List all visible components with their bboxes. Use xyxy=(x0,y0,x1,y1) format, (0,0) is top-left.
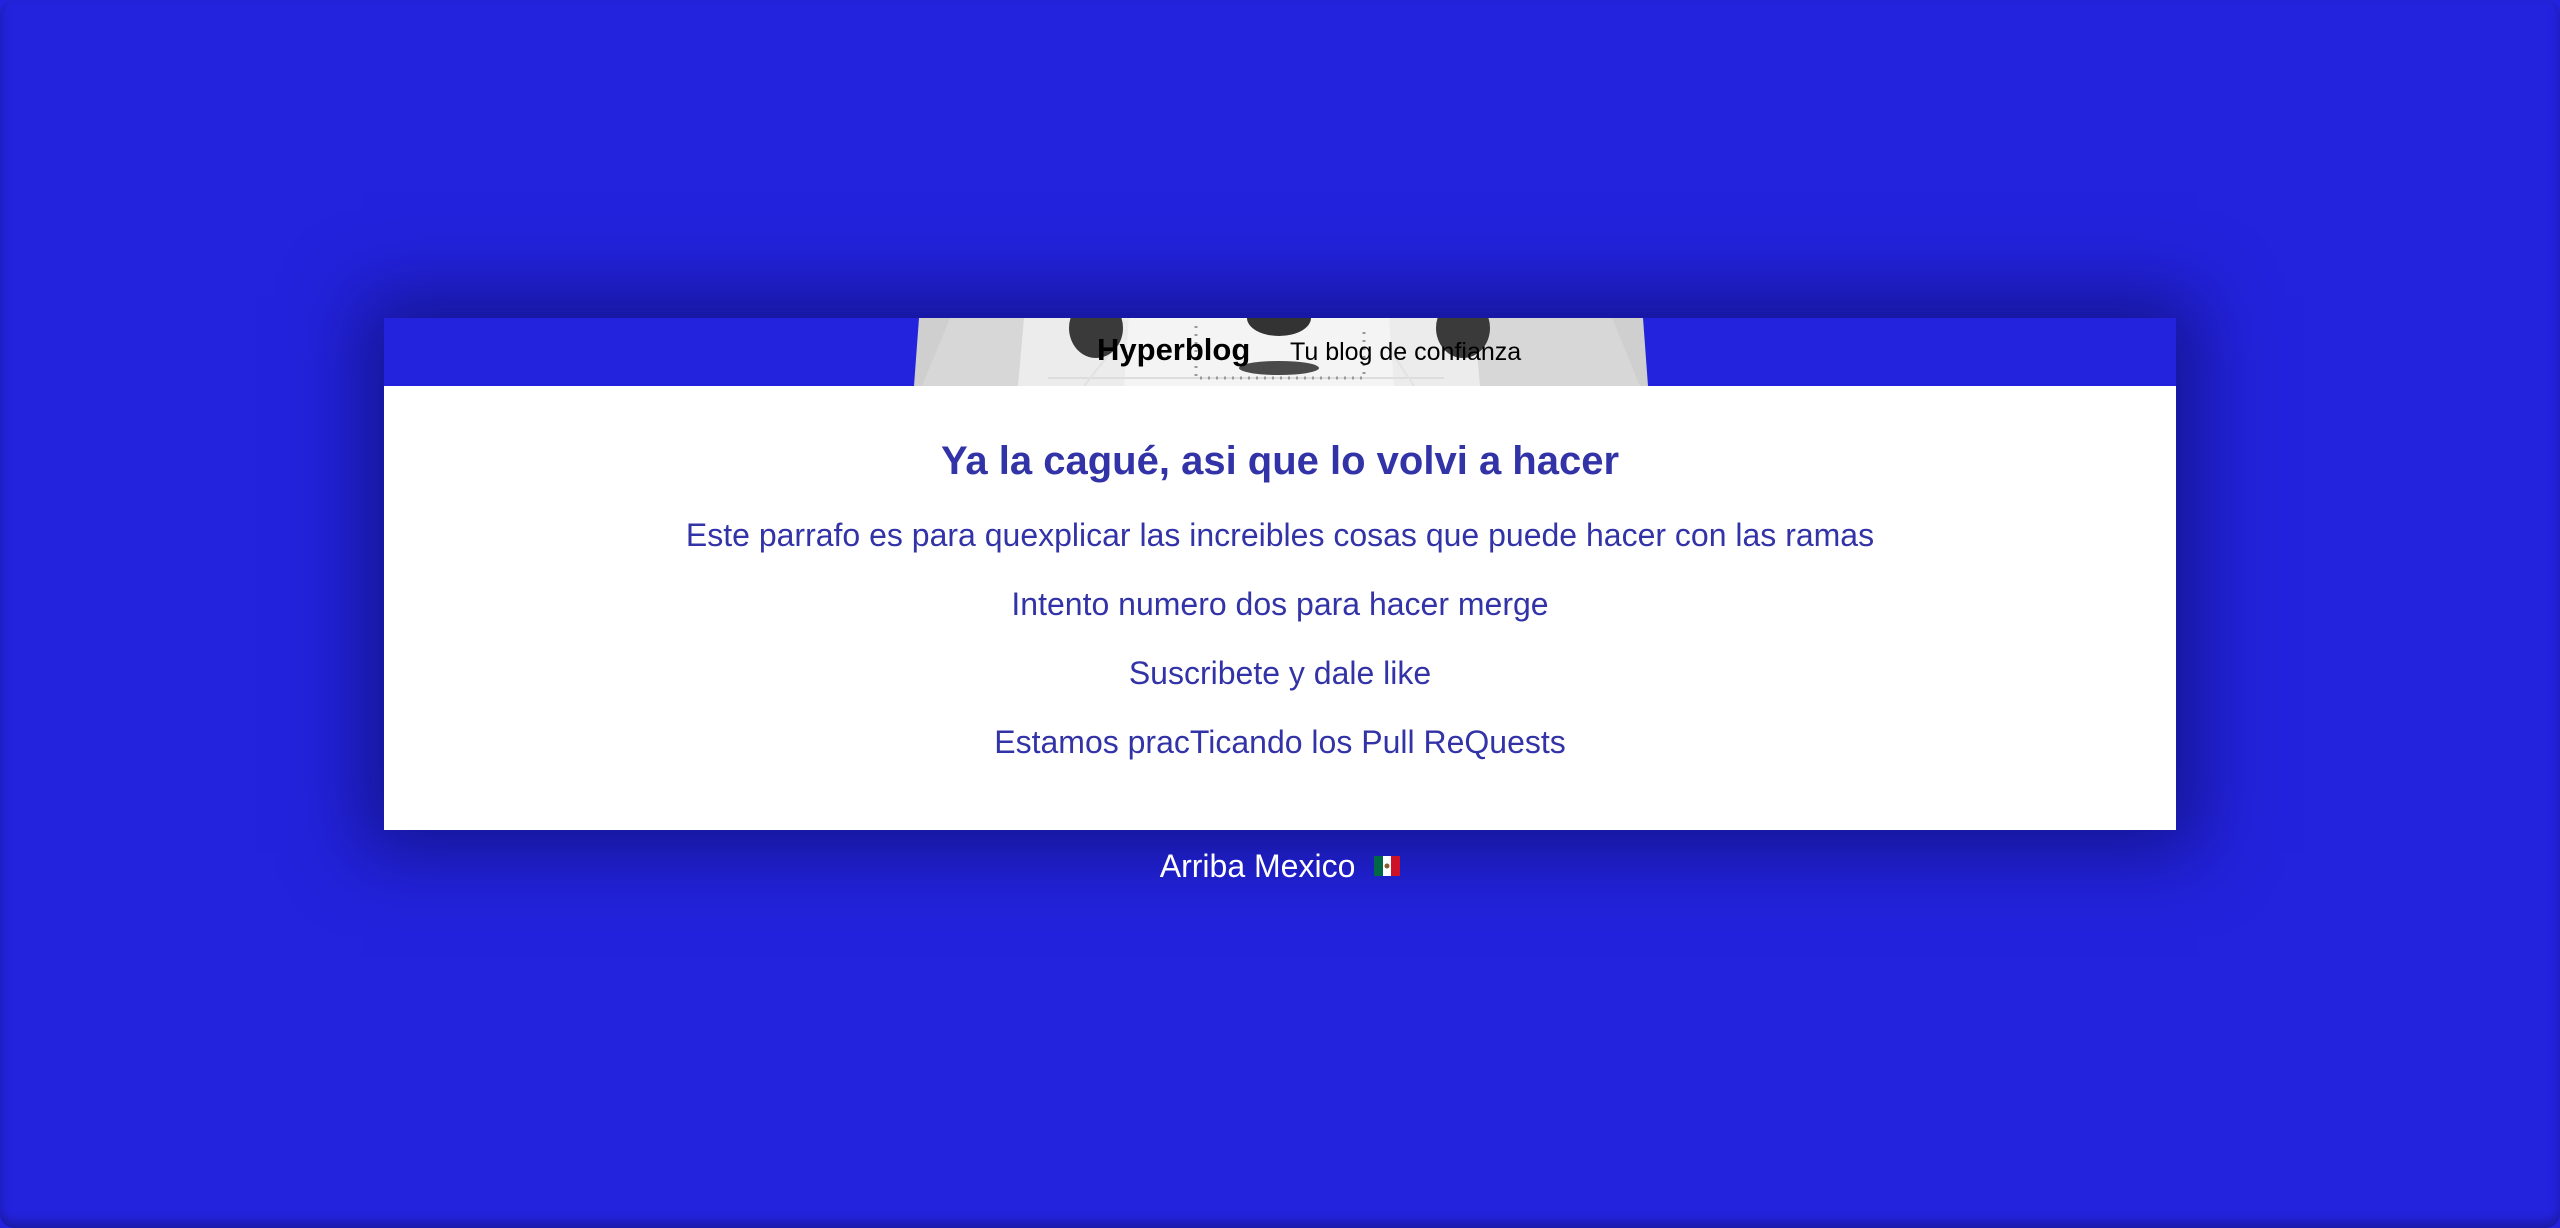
header-illustration xyxy=(914,318,1648,386)
post-content: Ya la cagué, asi que lo volvi a hacer Es… xyxy=(384,386,2176,830)
site-brand[interactable]: Hyperblog xyxy=(1097,332,1250,368)
post-paragraph: Estamos pracTicando los Pull ReQuests xyxy=(994,724,1566,760)
mexico-flag-icon xyxy=(1374,847,1401,884)
page-footer: Arriba Mexico xyxy=(384,848,2176,885)
post-paragraph: Suscribete y dale like xyxy=(1128,655,1432,691)
site-tagline: Tu blog de confianza xyxy=(1290,338,1522,366)
footer-text: Arriba Mexico xyxy=(1159,848,1356,884)
post-paragraph: Este parrafo es para quexplicar las incr… xyxy=(685,517,1875,553)
blog-card: Hyperblog Tu blog de confianza Ya la cag… xyxy=(384,318,2176,830)
header-banner: Hyperblog Tu blog de confianza xyxy=(384,318,2176,386)
post-title: Ya la cagué, asi que lo volvi a hacer xyxy=(940,439,1620,483)
post-paragraph: Intento numero dos para hacer merge xyxy=(1011,586,1549,622)
